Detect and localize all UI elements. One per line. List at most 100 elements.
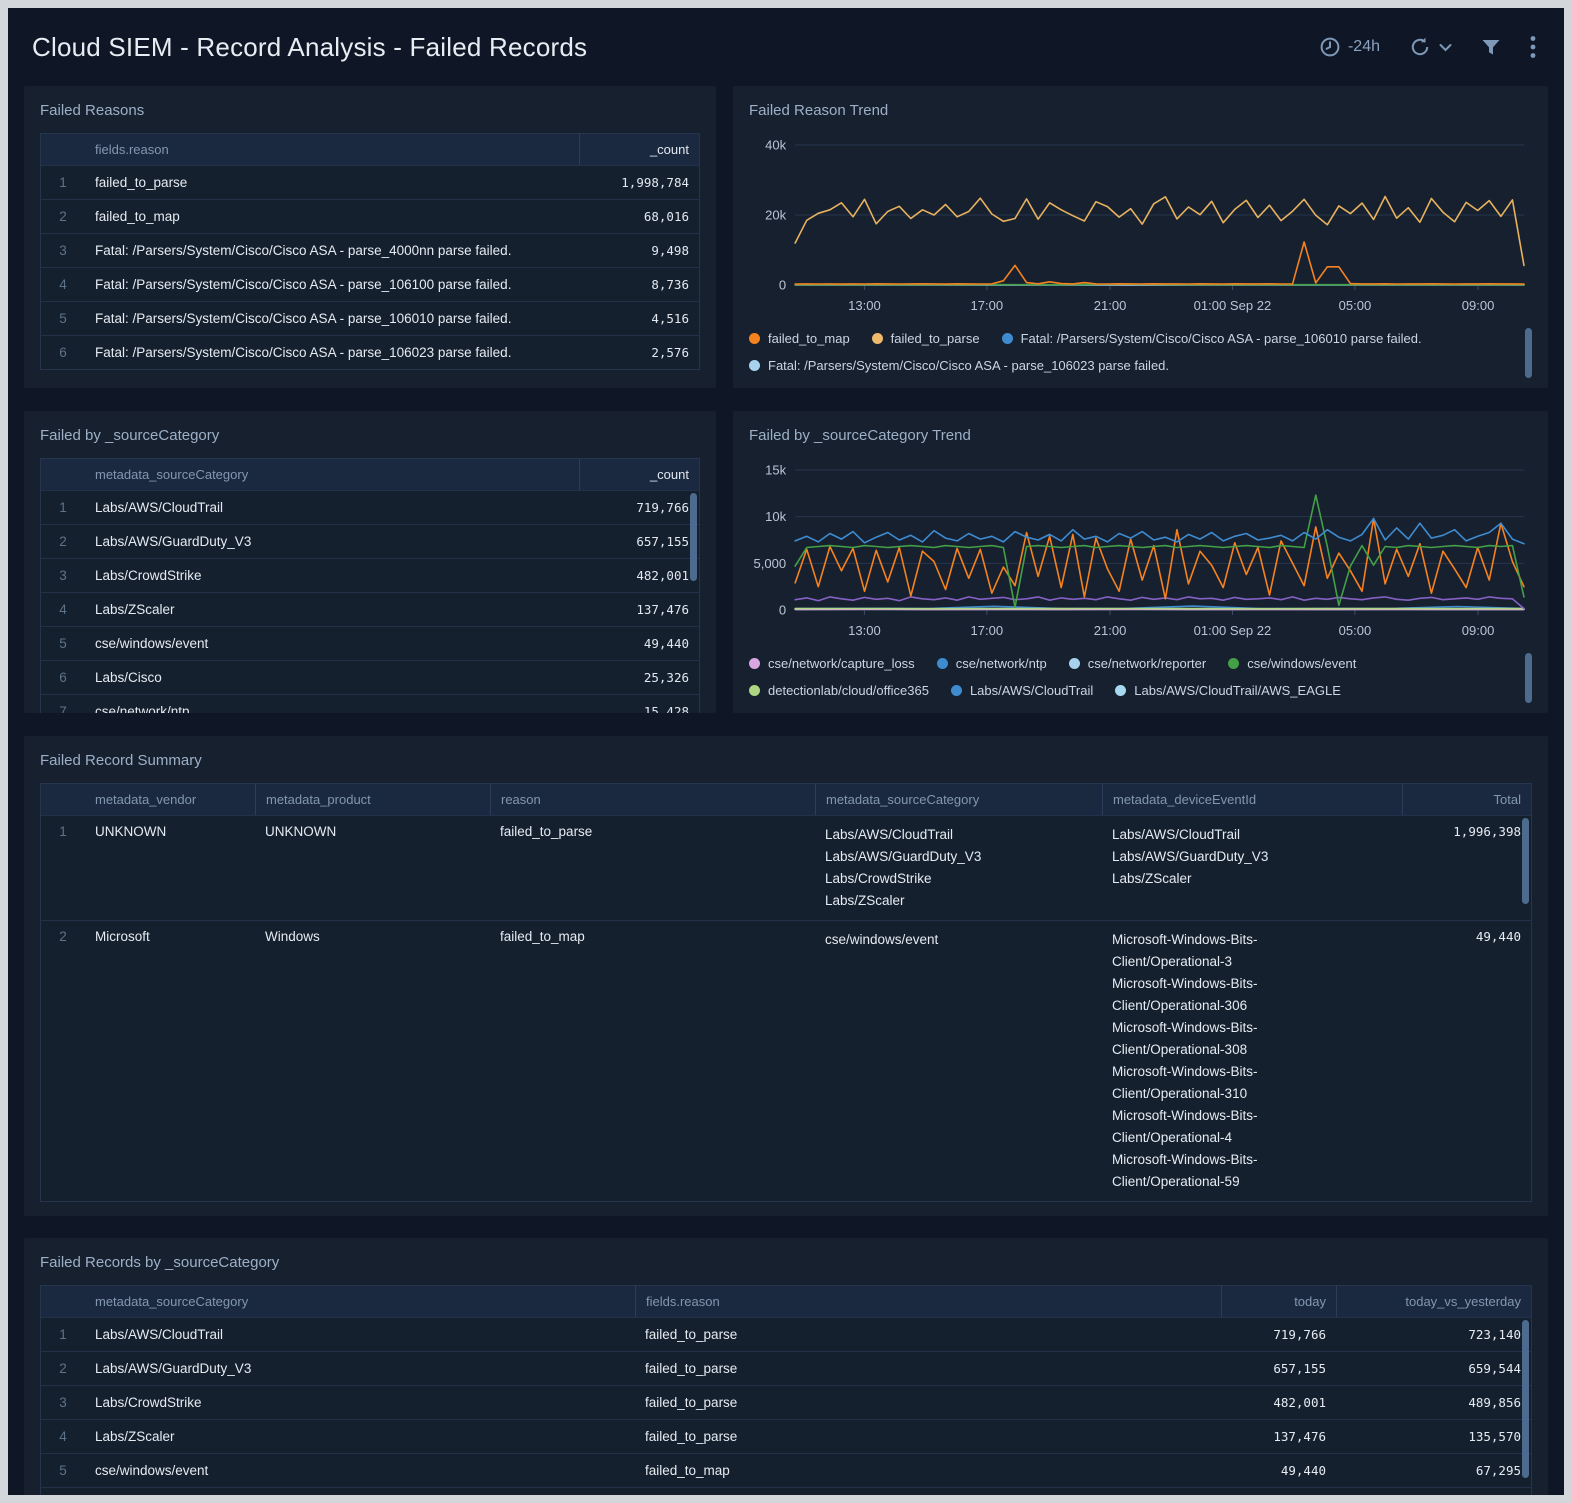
legend-item[interactable]: Labs/AWS/CloudTrail xyxy=(951,683,1093,698)
svg-text:0: 0 xyxy=(779,603,786,618)
source-category-cell: Labs/AWS/CloudTrail xyxy=(85,1318,635,1351)
table-row[interactable]: 5cse/windows/event49,440 xyxy=(41,626,699,660)
table-row[interactable]: 2MicrosoftWindowsfailed_to_mapcse/window… xyxy=(41,920,1531,1201)
legend-label: Labs/AWS/CloudTrail/AWS_EAGLE xyxy=(1134,683,1341,698)
failed-records-by-sourcecategory-table: metadata_sourceCategory fields.reason to… xyxy=(40,1285,1532,1498)
table-row[interactable]: 1Labs/AWS/CloudTrail719,766 xyxy=(41,490,699,524)
table-row[interactable]: 1UNKNOWNUNKNOWNfailed_to_parseLabs/AWS/C… xyxy=(41,815,1531,920)
filter-button[interactable] xyxy=(1480,36,1502,58)
svg-text:20k: 20k xyxy=(765,208,787,223)
table-row[interactable]: 6cse/network/ntpfailed_to_map15,42816,96… xyxy=(41,1487,1531,1498)
table-row[interactable]: 1Labs/AWS/CloudTrailfailed_to_parse719,7… xyxy=(41,1317,1531,1351)
scrollbar-thumb[interactable] xyxy=(1525,328,1532,378)
legend-item[interactable]: Labs/AWS/CloudTrail/AWS_EAGLE xyxy=(1115,683,1341,698)
scrollbar-thumb[interactable] xyxy=(690,493,697,581)
legend-dot-icon xyxy=(951,685,962,696)
legend-item[interactable]: failed_to_map xyxy=(749,331,850,346)
svg-text:40k: 40k xyxy=(765,138,787,153)
row-number: 6 xyxy=(41,661,85,694)
scrollbar-thumb[interactable] xyxy=(1525,653,1532,703)
column-header[interactable]: metadata_product xyxy=(255,784,490,815)
legend-item[interactable]: detectionlab/cloud/office365 xyxy=(749,683,929,698)
scrollbar-thumb[interactable] xyxy=(1522,1320,1529,1478)
column-header[interactable]: metadata_sourceCategory xyxy=(85,1286,635,1317)
row-number: 2 xyxy=(41,1352,85,1385)
table-row[interactable]: 1failed_to_parse1,998,784 xyxy=(41,165,699,199)
table-row[interactable]: 3Fatal: /Parsers/System/Cisco/Cisco ASA … xyxy=(41,233,699,267)
legend-item[interactable]: Fatal: /Parsers/System/Cisco/Cisco ASA -… xyxy=(1002,331,1422,346)
total-cell: 1,996,398 xyxy=(1402,816,1531,920)
row-label: Fatal: /Parsers/System/Cisco/Cisco ASA -… xyxy=(85,336,579,369)
row-count: 15,428 xyxy=(579,695,699,713)
panel-failed-by-sourcecategory-trend: Failed by _sourceCategory Trend 15k10k5,… xyxy=(733,411,1548,713)
failed-reason-trend-chart[interactable]: 40k20k013:0017:0021:0001:00 Sep 2205:000… xyxy=(749,133,1532,321)
panel-title: Failed Reasons xyxy=(40,102,700,119)
column-header[interactable]: today xyxy=(1221,1286,1336,1317)
table-row[interactable]: 4Fatal: /Parsers/System/Cisco/Cisco ASA … xyxy=(41,267,699,301)
today-vs-yesterday-cell: 659,544 xyxy=(1336,1352,1531,1385)
table-row[interactable]: 2Labs/AWS/GuardDuty_V3657,155 xyxy=(41,524,699,558)
reason-cell: failed_to_map xyxy=(490,921,815,1201)
legend-label: cse/network/ntp xyxy=(956,656,1047,671)
failed-by-sourcecategory-trend-chart[interactable]: 15k10k5,000013:0017:0021:0001:00 Sep 220… xyxy=(749,458,1532,646)
today-cell: 719,766 xyxy=(1221,1318,1336,1351)
table-header-row: fields.reason _count xyxy=(41,134,699,165)
product-cell: Windows xyxy=(255,921,490,1201)
legend-item[interactable]: Fatal: /Parsers/System/Cisco/Cisco ASA -… xyxy=(749,358,1169,373)
refresh-icon xyxy=(1408,36,1432,58)
today-cell: 657,155 xyxy=(1221,1352,1336,1385)
table-row[interactable]: 4Labs/ZScalerfailed_to_parse137,476135,5… xyxy=(41,1419,1531,1453)
table-row[interactable]: 5cse/windows/eventfailed_to_map49,44067,… xyxy=(41,1453,1531,1487)
column-header[interactable]: fields.reason xyxy=(635,1286,1221,1317)
table-row[interactable]: 6Fatal: /Parsers/System/Cisco/Cisco ASA … xyxy=(41,335,699,369)
time-range-control[interactable]: -24h xyxy=(1319,36,1380,58)
column-header[interactable]: _count xyxy=(579,459,699,490)
today-vs-yesterday-cell: 16,960 xyxy=(1336,1488,1531,1498)
refresh-control[interactable] xyxy=(1408,36,1452,58)
table-row[interactable]: 2Labs/AWS/GuardDuty_V3failed_to_parse657… xyxy=(41,1351,1531,1385)
row-number: 5 xyxy=(41,627,85,660)
row-number: 3 xyxy=(41,1386,85,1419)
table-row[interactable]: 3Labs/CrowdStrikefailed_to_parse482,0014… xyxy=(41,1385,1531,1419)
column-header[interactable]: today_vs_yesterday xyxy=(1336,1286,1531,1317)
legend-item[interactable]: cse/network/ntp xyxy=(937,656,1047,671)
row-number: 6 xyxy=(41,1488,85,1498)
column-header[interactable]: _count xyxy=(579,134,699,165)
column-header[interactable]: metadata_sourceCategory xyxy=(85,459,579,490)
row-count: 25,326 xyxy=(579,661,699,694)
table-row[interactable]: 3Labs/CrowdStrike482,001 xyxy=(41,558,699,592)
source-category-cell: Labs/AWS/CloudTrailLabs/AWS/GuardDuty_V3… xyxy=(815,816,1102,920)
source-category-cell: cse/windows/event xyxy=(85,1454,635,1487)
column-header[interactable]: reason xyxy=(490,784,815,815)
column-header[interactable]: metadata_sourceCategory xyxy=(815,784,1102,815)
legend-item[interactable]: cse/windows/event xyxy=(1228,656,1356,671)
table-row[interactable]: 6Labs/Cisco25,326 xyxy=(41,660,699,694)
row-number: 4 xyxy=(41,268,85,301)
dashboard: Cloud SIEM - Record Analysis - Failed Re… xyxy=(0,0,1572,1503)
scrollbar-thumb[interactable] xyxy=(1522,818,1529,904)
table-row[interactable]: 4Labs/ZScaler137,476 xyxy=(41,592,699,626)
legend-label: Fatal: /Parsers/System/Cisco/Cisco ASA -… xyxy=(1021,331,1422,346)
table-row[interactable]: 2failed_to_map68,016 xyxy=(41,199,699,233)
source-category-cell: cse/network/ntp xyxy=(85,1488,635,1498)
row-count: 482,001 xyxy=(579,559,699,592)
column-header[interactable]: metadata_vendor xyxy=(85,784,255,815)
device-event-id-cell: Labs/AWS/CloudTrailLabs/AWS/GuardDuty_V3… xyxy=(1102,816,1402,920)
column-header[interactable]: metadata_deviceEventId xyxy=(1102,784,1402,815)
legend-item[interactable]: cse/network/capture_loss xyxy=(749,656,915,671)
svg-text:0: 0 xyxy=(779,278,786,293)
row-count: 8,736 xyxy=(579,268,699,301)
legend-item[interactable]: failed_to_parse xyxy=(872,331,980,346)
row-number: 1 xyxy=(41,816,85,920)
row-number: 4 xyxy=(41,1420,85,1453)
svg-text:01:00 Sep 22: 01:00 Sep 22 xyxy=(1194,298,1272,313)
table-row[interactable]: 7cse/network/ntp15,428 xyxy=(41,694,699,713)
table-row[interactable]: 5Fatal: /Parsers/System/Cisco/Cisco ASA … xyxy=(41,301,699,335)
kebab-menu-button[interactable] xyxy=(1530,35,1536,59)
column-header[interactable]: fields.reason xyxy=(85,134,579,165)
source-category-cell: Labs/AWS/GuardDuty_V3 xyxy=(85,1352,635,1385)
svg-text:15k: 15k xyxy=(765,463,787,478)
legend-item[interactable]: cse/network/reporter xyxy=(1069,656,1207,671)
column-header[interactable]: Total xyxy=(1402,784,1531,815)
today-vs-yesterday-cell: 489,856 xyxy=(1336,1386,1531,1419)
